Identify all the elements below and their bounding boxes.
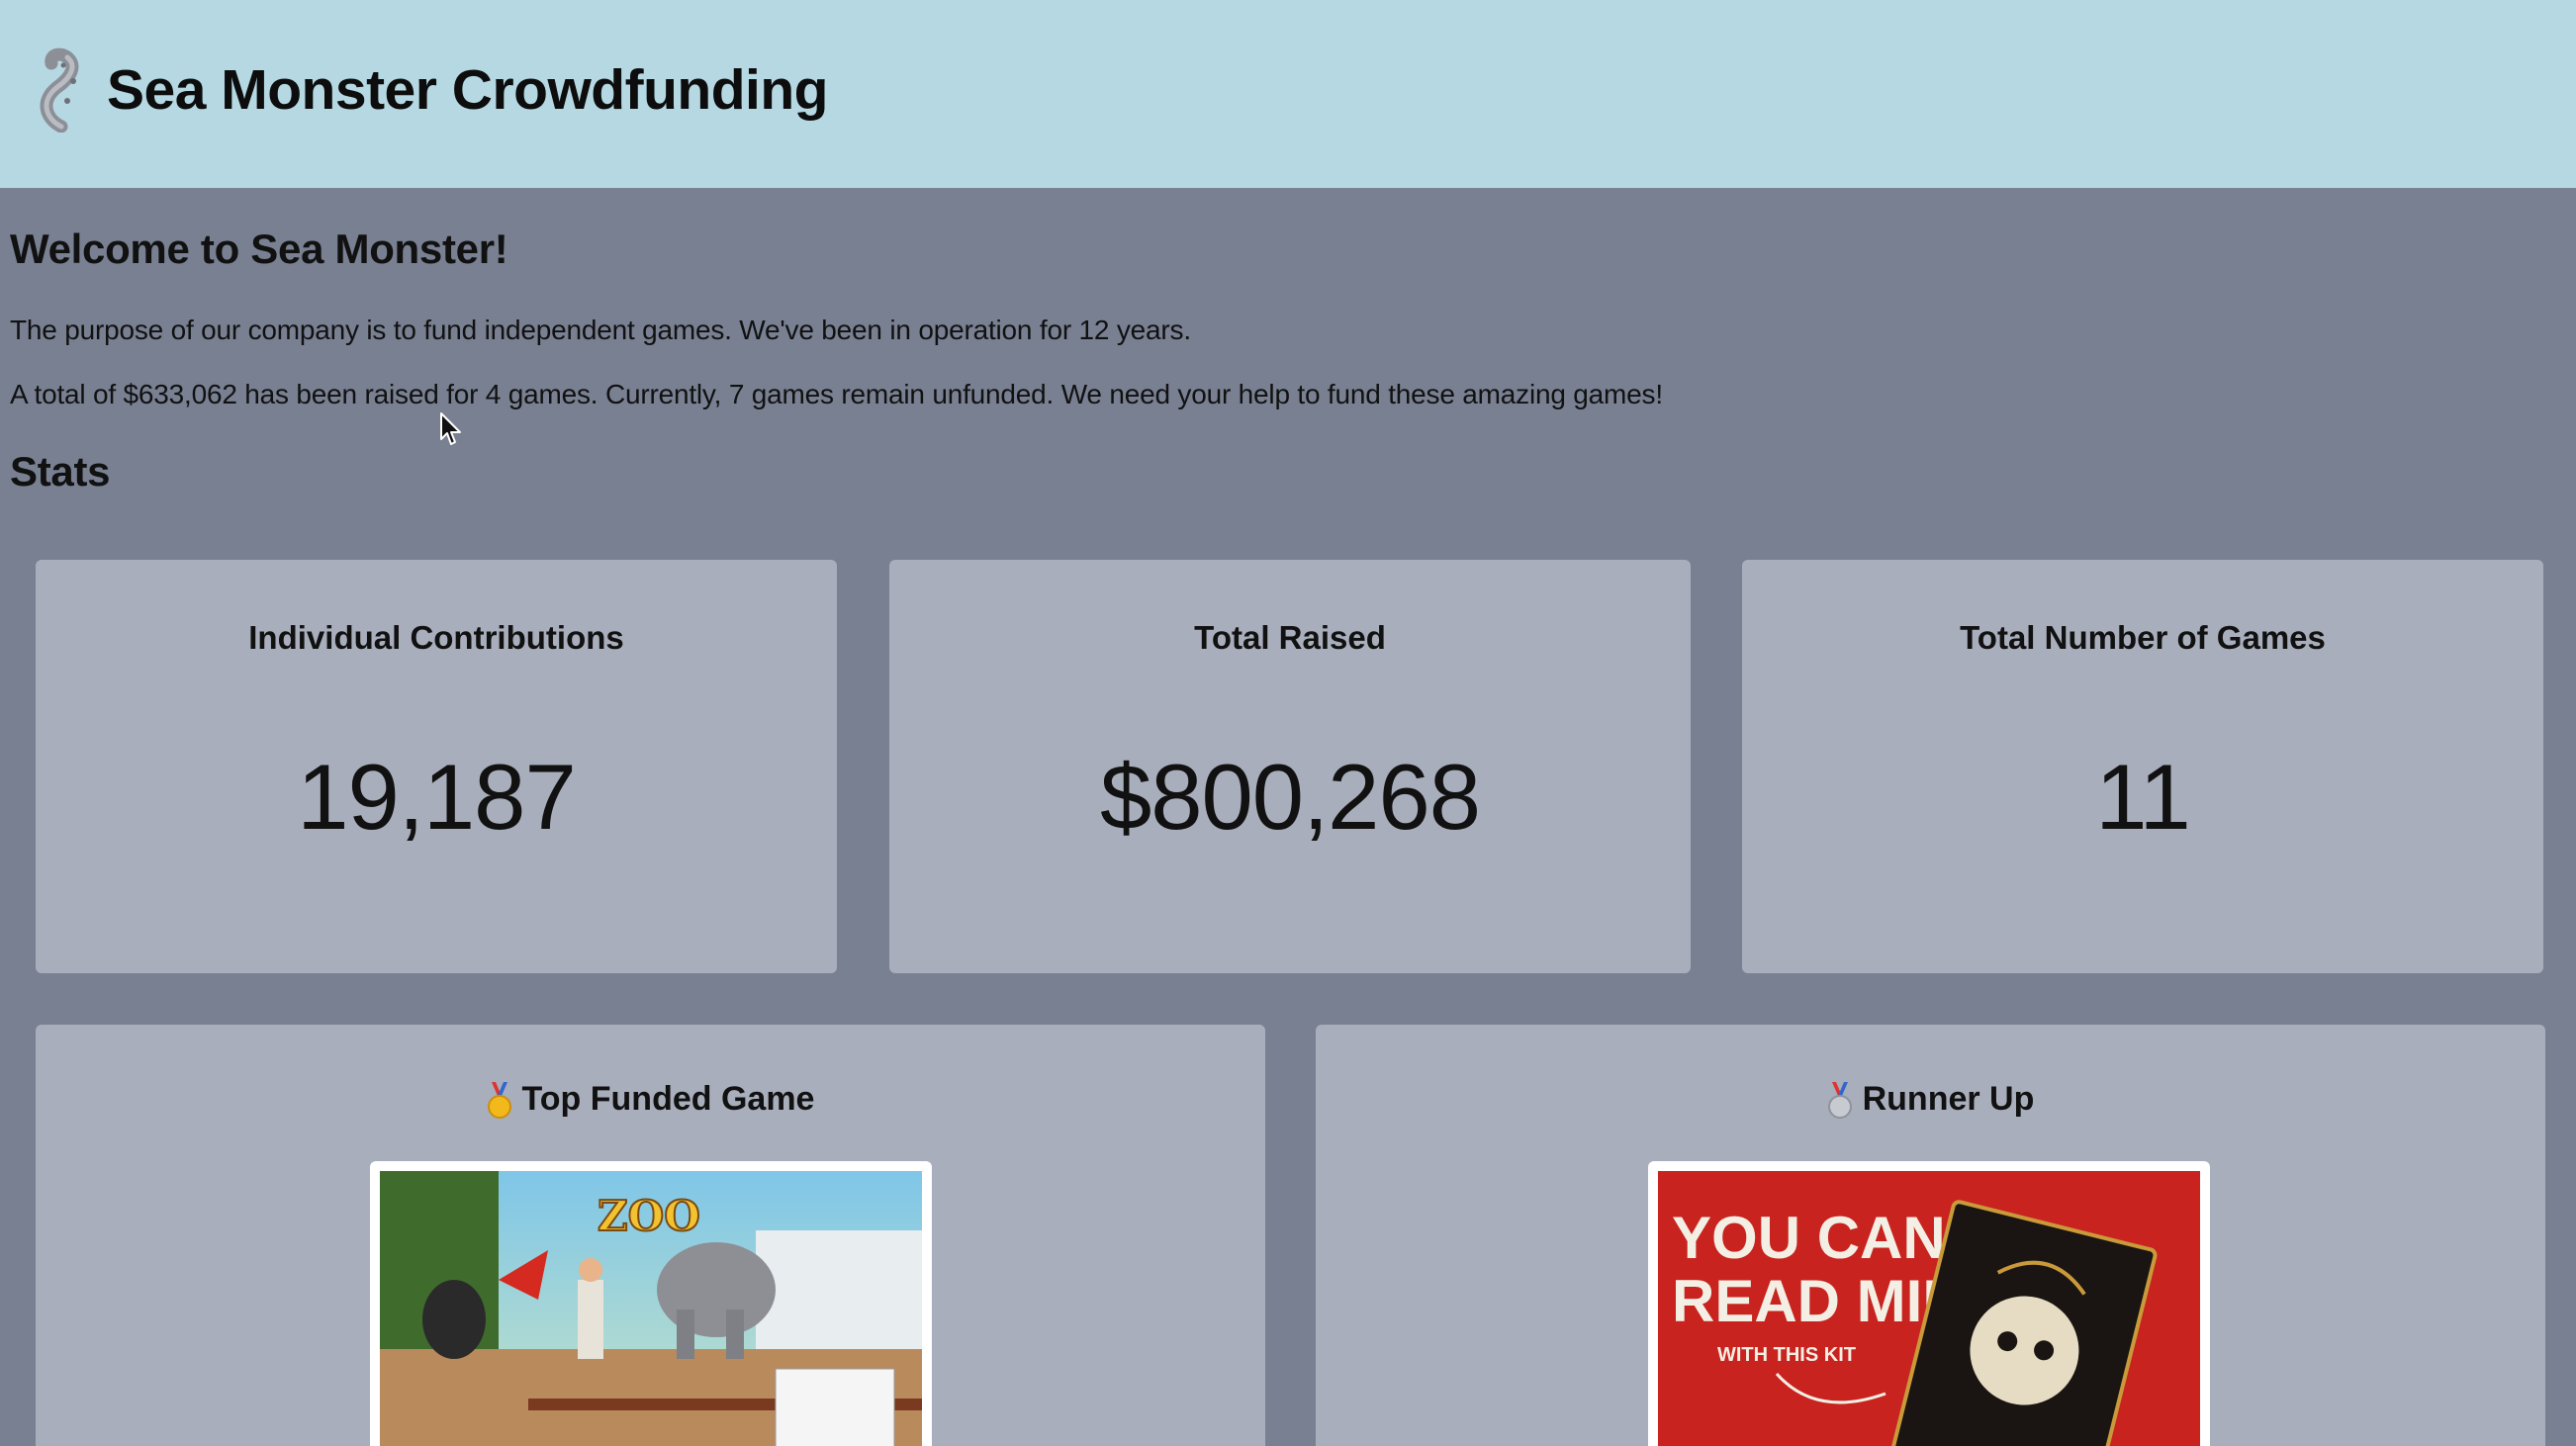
intro-paragraph-purpose: The purpose of our company is to fund in… bbox=[10, 315, 1191, 345]
intro-paragraph-totals: A total of $633,062 has been raised for … bbox=[10, 379, 1663, 409]
stat-label: Total Number of Games bbox=[1960, 619, 2326, 656]
runner-up-game-card: Runner Up YOU CAN READ MINDS WITH THIS K… bbox=[1316, 1025, 2545, 1446]
stat-card-total-raised: Total Raised $800,268 bbox=[889, 560, 1691, 973]
gold-medal-icon bbox=[487, 1082, 511, 1120]
zoo-tycoon-logo-text: ZOO bbox=[598, 1192, 700, 1240]
site-header: Sea Monster Crowdfunding bbox=[0, 0, 2576, 188]
sea-monster-tentacle-icon bbox=[40, 47, 79, 133]
silver-medal-icon bbox=[1827, 1082, 1852, 1120]
runner-up-game-image[interactable]: YOU CAN READ MINDS WITH THIS KIT bbox=[1648, 1161, 2210, 1446]
read-minds-box-art: YOU CAN READ MINDS WITH THIS KIT bbox=[1658, 1171, 2200, 1446]
zoo-tycoon-box-art: ZOO bbox=[380, 1171, 922, 1446]
top-funded-title: Top Funded Game bbox=[36, 1080, 1265, 1120]
runner-up-title: Runner Up bbox=[1316, 1080, 2545, 1120]
top-funded-game-image[interactable]: ZOO bbox=[370, 1161, 932, 1446]
runner-up-title-text: Runner Up bbox=[1862, 1080, 2035, 1118]
stat-label: Total Raised bbox=[1194, 619, 1386, 656]
welcome-heading: Welcome to Sea Monster! bbox=[10, 226, 508, 272]
site-title[interactable]: Sea Monster Crowdfunding bbox=[107, 57, 829, 123]
stat-value: $800,268 bbox=[1099, 745, 1481, 849]
box-art-text-line-3: WITH THIS KIT bbox=[1717, 1344, 1856, 1366]
box-art-text-line-1: YOU CAN bbox=[1672, 1205, 1946, 1271]
stats-heading: Stats bbox=[10, 448, 111, 495]
stat-value: 11 bbox=[2095, 745, 2191, 849]
top-funded-game-card: Top Funded Game ZOO bbox=[36, 1025, 1265, 1446]
stat-card-number-of-games: Total Number of Games 11 bbox=[1742, 560, 2543, 973]
stat-label: Individual Contributions bbox=[248, 619, 624, 656]
mouse-cursor-icon bbox=[440, 412, 461, 445]
top-funded-title-text: Top Funded Game bbox=[521, 1080, 815, 1118]
stat-value: 19,187 bbox=[297, 745, 577, 849]
stat-card-contributions: Individual Contributions 19,187 bbox=[36, 560, 837, 973]
